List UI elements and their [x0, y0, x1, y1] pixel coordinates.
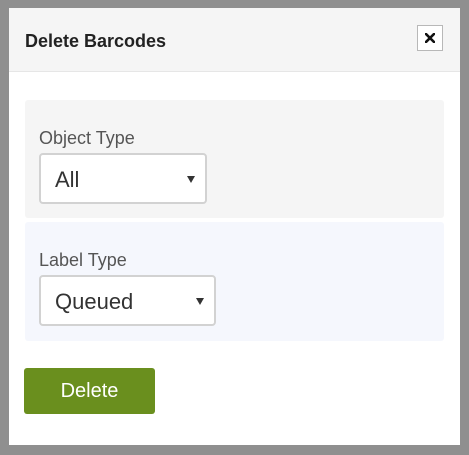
- label-type-panel: Label Type Queued: [25, 222, 444, 341]
- label-type-value: Queued: [55, 289, 134, 314]
- close-button[interactable]: [417, 25, 443, 51]
- dropdown-arrow-icon: [196, 298, 204, 305]
- dialog-title: Delete Barcodes: [25, 31, 167, 51]
- label-type-select[interactable]: Queued: [39, 275, 216, 326]
- object-type-panel: Object Type All: [25, 100, 444, 218]
- dropdown-arrow-icon: [187, 176, 195, 183]
- label-type-label: Label Type: [39, 250, 127, 270]
- delete-barcodes-dialog: Delete Barcodes Object Type All Label Ty…: [9, 8, 460, 445]
- object-type-select[interactable]: All: [39, 153, 207, 204]
- delete-button[interactable]: Delete: [24, 368, 155, 414]
- object-type-value: All: [55, 167, 80, 192]
- close-icon: [425, 33, 435, 43]
- dialog-header: Delete Barcodes: [9, 8, 460, 72]
- object-type-label: Object Type: [39, 128, 135, 148]
